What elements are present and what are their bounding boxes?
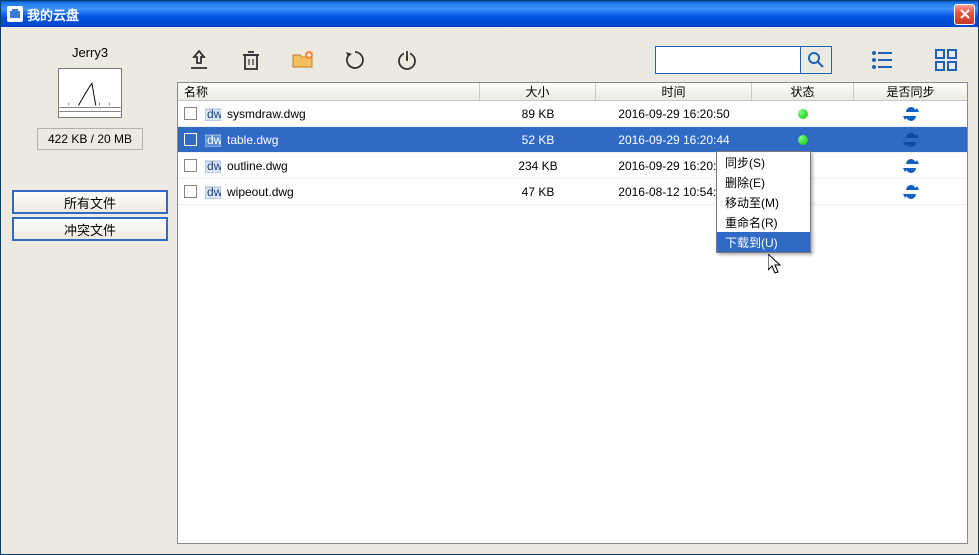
app-icon bbox=[7, 6, 23, 22]
file-preview bbox=[58, 68, 122, 118]
file-icon: dwg bbox=[205, 133, 221, 147]
file-size: 52 KB bbox=[480, 133, 596, 147]
menu-item[interactable]: 重命名(R) bbox=[717, 212, 810, 232]
svg-text:dwg: dwg bbox=[207, 185, 221, 199]
table-header: 名称 大小 时间 状态 是否同步 bbox=[178, 83, 967, 101]
nav-all-files[interactable]: 所有文件 bbox=[12, 190, 168, 214]
sync-cell[interactable] bbox=[854, 105, 967, 123]
refresh-icon[interactable] bbox=[341, 46, 369, 74]
toolbar bbox=[177, 37, 968, 82]
username-label: Jerry3 bbox=[72, 45, 108, 60]
table-body: dwgsysmdraw.dwg89 KB2016-09-29 16:20:50d… bbox=[178, 101, 967, 543]
row-checkbox[interactable] bbox=[184, 133, 197, 146]
svg-text:dwg: dwg bbox=[207, 107, 221, 121]
file-size: 234 KB bbox=[480, 159, 596, 173]
file-name: wipeout.dwg bbox=[227, 185, 294, 199]
context-menu: 同步(S)删除(E)移动至(M)重命名(R)下载到(U) bbox=[716, 151, 811, 253]
row-checkbox[interactable] bbox=[184, 185, 197, 198]
content-area: Jerry3 422 KB / 20 MB 所有文件 冲突文件 bbox=[1, 27, 978, 554]
file-status bbox=[752, 135, 854, 145]
sync-cell[interactable] bbox=[854, 183, 967, 201]
storage-info: 422 KB / 20 MB bbox=[37, 128, 143, 150]
table-row[interactable]: dwgwipeout.dwg47 KB2016-08-12 10:54:09 bbox=[178, 179, 967, 205]
titlebar: 我的云盘 bbox=[1, 1, 978, 27]
file-icon: dwg bbox=[205, 107, 221, 121]
file-name: table.dwg bbox=[227, 133, 278, 147]
menu-item[interactable]: 移动至(M) bbox=[717, 192, 810, 212]
svg-text:dwg: dwg bbox=[207, 133, 221, 147]
status-dot-icon bbox=[798, 109, 808, 119]
file-time: 2016-09-29 16:20:44 bbox=[596, 133, 752, 147]
file-icon: dwg bbox=[205, 159, 221, 173]
file-status bbox=[752, 109, 854, 119]
col-time[interactable]: 时间 bbox=[596, 83, 752, 100]
table-row[interactable]: dwg sysmdraw.dwg 89 KB2016-09-29 16:20:50 bbox=[178, 101, 967, 127]
file-size: 47 KB bbox=[480, 185, 596, 199]
col-status[interactable]: 状态 bbox=[752, 83, 854, 100]
list-view-icon[interactable] bbox=[868, 46, 896, 74]
power-icon[interactable] bbox=[393, 46, 421, 74]
sync-cell[interactable] bbox=[854, 157, 967, 175]
status-dot-icon bbox=[798, 135, 808, 145]
file-size: 89 KB bbox=[480, 107, 596, 121]
menu-item[interactable]: 删除(E) bbox=[717, 172, 810, 192]
cursor-icon bbox=[768, 254, 786, 279]
grid-view-icon[interactable] bbox=[932, 46, 960, 74]
row-checkbox[interactable] bbox=[184, 159, 197, 172]
table-row[interactable]: dwgoutline.dwg234 KB2016-09-29 16:20:38 bbox=[178, 153, 967, 179]
menu-item[interactable]: 下载到(U) bbox=[717, 232, 810, 252]
search-box bbox=[655, 46, 832, 74]
new-folder-icon[interactable] bbox=[289, 46, 317, 74]
file-time: 2016-09-29 16:20:50 bbox=[596, 107, 752, 121]
menu-item[interactable]: 同步(S) bbox=[717, 152, 810, 172]
sidebar: Jerry3 422 KB / 20 MB 所有文件 冲突文件 bbox=[11, 37, 169, 544]
col-name[interactable]: 名称 bbox=[178, 83, 480, 100]
sync-cell[interactable] bbox=[854, 131, 967, 149]
file-name: sysmdraw.dwg bbox=[227, 107, 306, 121]
close-button[interactable] bbox=[954, 4, 975, 25]
file-list: 名称 大小 时间 状态 是否同步 dwg sysmdraw.dwg 89 KB201… bbox=[177, 82, 968, 544]
col-sync[interactable]: 是否同步 bbox=[854, 83, 967, 100]
col-size[interactable]: 大小 bbox=[480, 83, 596, 100]
file-name: outline.dwg bbox=[227, 159, 288, 173]
search-input[interactable] bbox=[655, 46, 800, 74]
search-button[interactable] bbox=[800, 46, 832, 74]
main-panel: 名称 大小 时间 状态 是否同步 dwg sysmdraw.dwg 89 KB201… bbox=[177, 37, 968, 544]
svg-text:dwg: dwg bbox=[207, 159, 221, 173]
upload-icon[interactable] bbox=[185, 46, 213, 74]
file-icon: dwg bbox=[205, 185, 221, 199]
nav-conflict-files[interactable]: 冲突文件 bbox=[12, 217, 168, 241]
app-window: 我的云盘 Jerry3 422 KB / 20 MB 所有文件 冲突文件 bbox=[0, 0, 979, 555]
window-title: 我的云盘 bbox=[27, 5, 954, 24]
table-row[interactable]: dwg table.dwg 52 KB2016-09-29 16:20:44 bbox=[178, 127, 967, 153]
delete-icon[interactable] bbox=[237, 46, 265, 74]
row-checkbox[interactable] bbox=[184, 107, 197, 120]
